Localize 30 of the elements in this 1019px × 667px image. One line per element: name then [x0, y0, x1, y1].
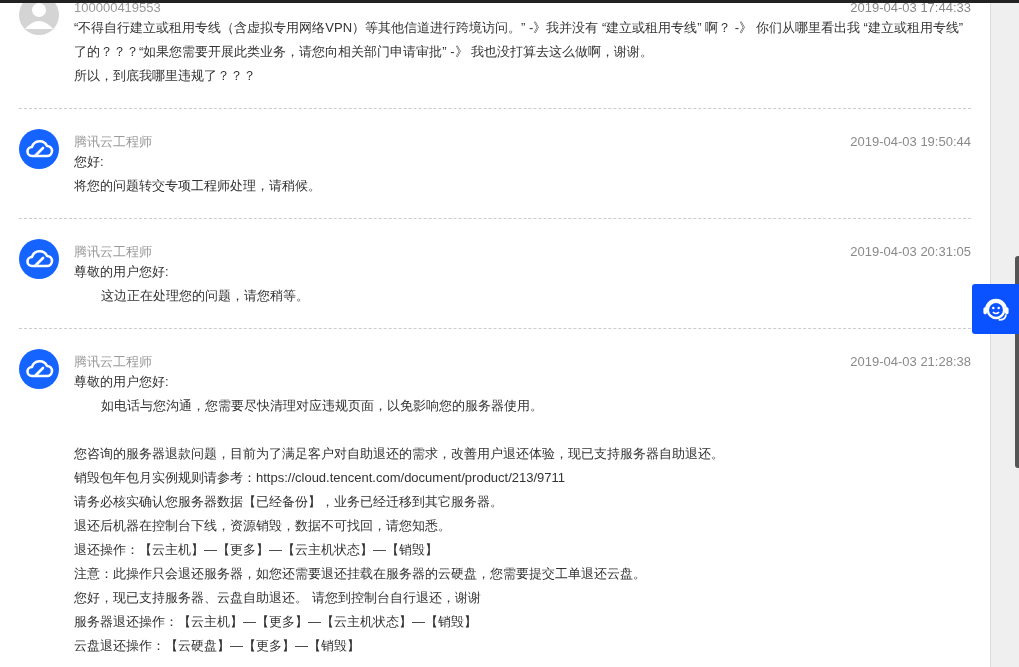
message-text: 所以，到底我哪里违规了？？？	[74, 67, 257, 85]
cloud-avatar	[19, 129, 59, 169]
message-text: 注意：此操作只会退还服务器，如您还需要退还挂载在服务器的云硬盘，您需要提交工单退还云盘。	[74, 565, 647, 583]
scrollbar[interactable]	[990, 0, 1019, 667]
sender-name: 腾讯云工程师	[74, 244, 152, 260]
message-text: 尊敬的用户您好:	[74, 263, 170, 281]
message-text: 尊敬的用户您好:	[74, 373, 170, 391]
message-text: 您好:	[74, 153, 105, 171]
message-time: 2019-04-03 17:44:33	[850, 0, 971, 16]
message-text: 您好，现已支持服务器、云盘自助退还。 请您到控制台自行退还，谢谢	[74, 589, 482, 607]
cloud-avatar	[19, 349, 59, 389]
message-time: 2019-04-03 19:50:44	[850, 134, 971, 150]
message-time: 2019-04-03 20:31:05	[850, 244, 971, 260]
message-text: 这边正在处理您的问题，请您稍等。	[100, 287, 310, 305]
message-time: 2019-04-03 21:28:38	[850, 354, 971, 370]
message-text: 云盘退还操作：【云硬盘】—【更多】—【销毁】	[74, 637, 361, 655]
message-text: 请务必核实确认您服务器数据【已经备份】，业务已经迁移到其它服务器。	[74, 493, 504, 511]
message-text: 退还操作：【云主机】—【更多】—【云主机状态】—【销毁】	[74, 541, 439, 559]
sender-name: 100000419553	[74, 0, 161, 16]
message-text: 您咨询的服务器退款问题，目前为了满足客户对自助退还的需求，改善用户退还体验，现已支持服务器自助退还。	[74, 445, 725, 463]
message-text: 将您的问题转交专项工程师处理，请稍候。	[74, 177, 322, 195]
cloud-avatar	[19, 239, 59, 279]
message-text: 退还后机器在控制台下线，资源销毁，数据不可找回，请您知悉。	[74, 517, 452, 535]
message-text: 销毁包年包月实例规则请参考：https://cloud.tencent.com/document/product/213/9711	[74, 469, 567, 487]
sender-name: 腾讯云工程师	[74, 354, 152, 370]
sender-name: 腾讯云工程师	[74, 134, 152, 150]
message-text: “不得自行建立或租用专线（含虚拟专用网络VPN）等其他信道进行跨境访问。” -》我并没有 “建立或租用专线” 啊？ -》 你们从哪里看出我 “建立或租用专线” 了的？？？“如果您需要开展此类业务，请您向相关部门申请审批” -》 我也没打算去这么做啊，谢谢。	[74, 19, 965, 61]
message-text: 如电话与您沟通，您需要尽快清理对应违规页面，以免影响您的服务器使用。	[100, 397, 544, 415]
message-text: 服务器退还操作：【云主机】—【更多】—【云主机状态】—【销毁】	[74, 613, 478, 631]
support-button[interactable]	[972, 284, 1019, 334]
